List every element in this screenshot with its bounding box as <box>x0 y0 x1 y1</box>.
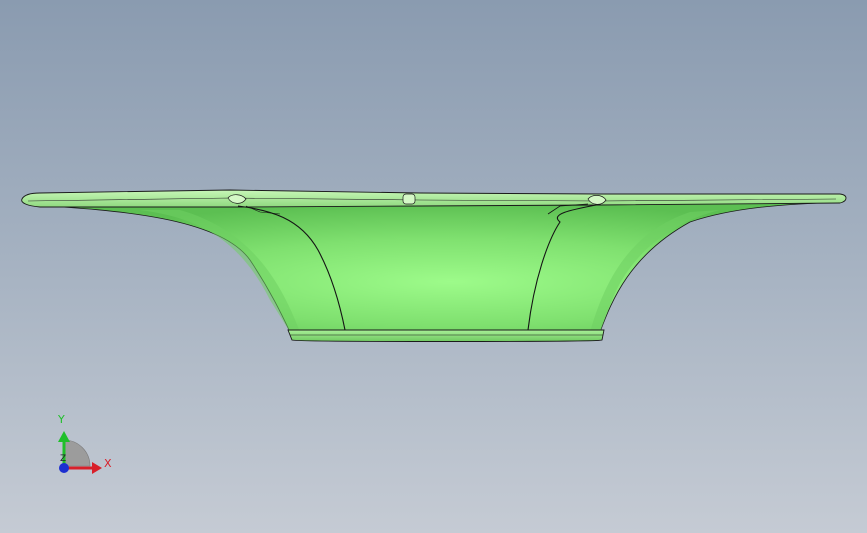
x-axis-label: X <box>104 457 112 470</box>
z-axis-label: Z <box>60 454 67 464</box>
triad-quadrant <box>63 439 91 467</box>
reference-triad: Y X Z <box>48 410 118 480</box>
y-axis-arrowhead <box>58 431 70 442</box>
base-ring <box>287 329 605 342</box>
y-axis-label: Y <box>58 413 65 426</box>
graphics-viewport[interactable]: Y X Z <box>0 0 867 533</box>
flared-part-model[interactable] <box>0 0 867 533</box>
flared-body-surface <box>29 199 841 333</box>
rim-bump-center <box>402 193 416 205</box>
x-axis-arrowhead <box>92 462 102 474</box>
